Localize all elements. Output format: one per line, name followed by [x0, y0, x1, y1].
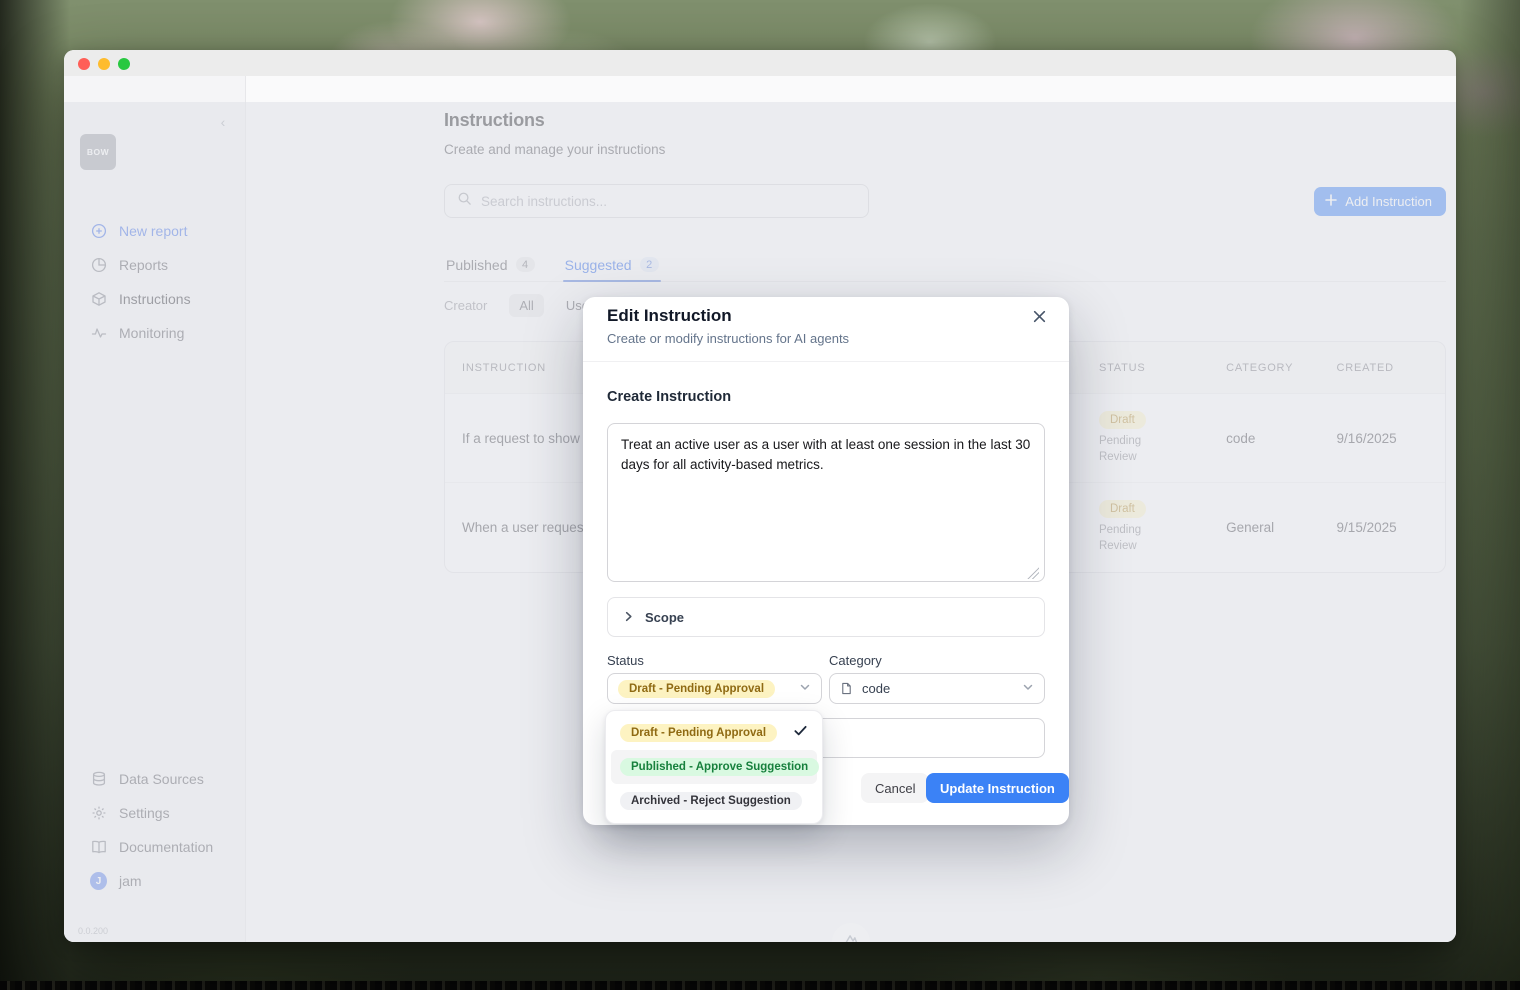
category-field-label: Category: [829, 653, 882, 668]
create-instruction-label: Create Instruction: [607, 389, 731, 405]
chevron-down-icon: [799, 680, 811, 698]
close-window-button[interactable]: [78, 58, 90, 70]
scope-toggle[interactable]: Scope: [607, 597, 1045, 637]
instruction-textarea[interactable]: Treat an active user as a user with at l…: [607, 423, 1045, 582]
check-icon: [793, 723, 808, 743]
dropdown-option-archived[interactable]: Archived - Reject Suggestion: [611, 784, 817, 818]
window-titlebar: [64, 50, 1456, 76]
option-badge: Archived - Reject Suggestion: [620, 792, 802, 810]
chevron-down-icon: [1022, 680, 1034, 698]
app-window: ‹ BOW New report Reports: [64, 50, 1456, 942]
modal-subtitle: Create or modify instructions for AI age…: [607, 331, 849, 346]
wallpaper-canvas-edge: [0, 981, 1520, 990]
category-value: code: [862, 681, 1013, 696]
status-field-label: Status: [607, 653, 644, 668]
status-select[interactable]: Draft - Pending Approval: [607, 673, 822, 704]
dropdown-option-draft[interactable]: Draft - Pending Approval: [611, 716, 817, 750]
close-icon[interactable]: [1029, 309, 1049, 329]
status-value-badge: Draft - Pending Approval: [618, 680, 775, 698]
option-badge: Draft - Pending Approval: [620, 724, 777, 742]
zoom-window-button[interactable]: [118, 58, 130, 70]
desktop: ‹ BOW New report Reports: [0, 0, 1520, 990]
dropdown-option-published[interactable]: Published - Approve Suggestion: [611, 750, 817, 784]
minimize-window-button[interactable]: [98, 58, 110, 70]
update-instruction-button[interactable]: Update Instruction: [926, 773, 1069, 803]
category-select[interactable]: code: [829, 673, 1045, 704]
status-dropdown-menu: Draft - Pending Approval Published - App…: [605, 710, 823, 824]
option-badge: Published - Approve Suggestion: [620, 758, 819, 776]
modal-title: Edit Instruction: [607, 306, 732, 326]
modal-divider: [583, 361, 1069, 362]
chevron-right-icon: [623, 610, 634, 625]
file-icon: [840, 682, 853, 695]
scope-label: Scope: [645, 610, 684, 625]
cancel-button[interactable]: Cancel: [861, 773, 929, 803]
